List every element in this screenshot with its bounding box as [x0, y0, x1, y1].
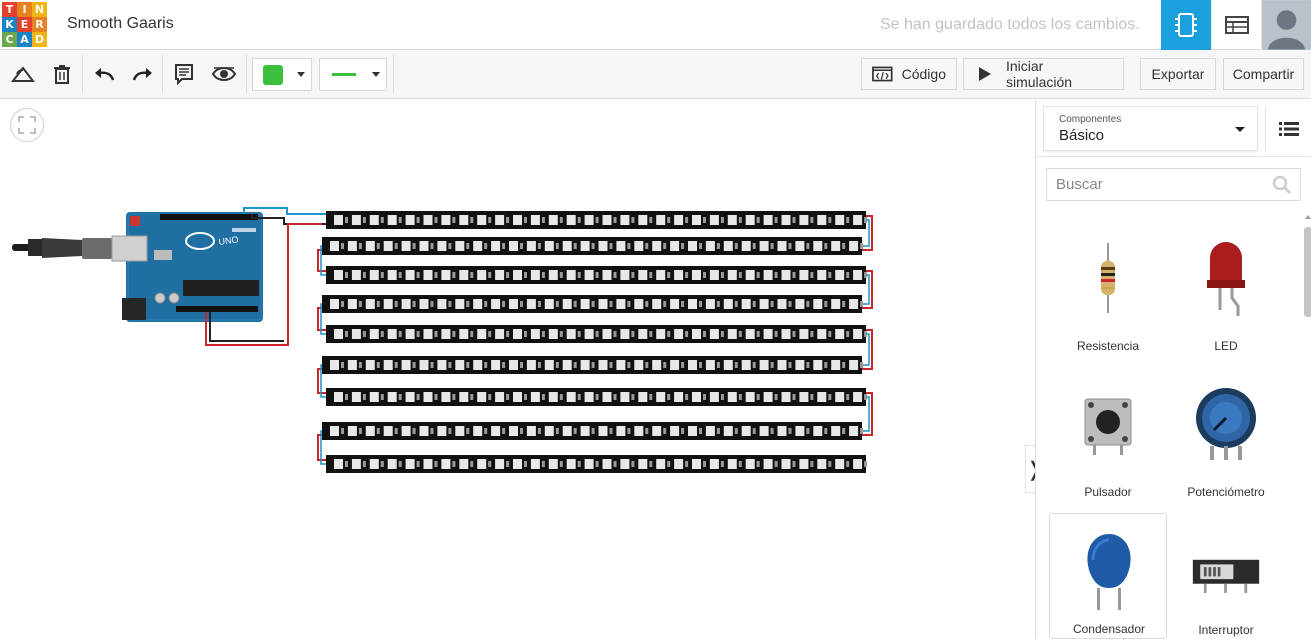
logo-letter: R — [32, 17, 47, 32]
visibility-button[interactable] — [210, 60, 238, 88]
led-strip[interactable] — [326, 455, 868, 473]
delete-button[interactable] — [48, 60, 76, 88]
category-caption: Componentes — [1059, 114, 1122, 125]
notes-icon — [175, 64, 193, 85]
start-simulation-button[interactable]: Iniciar simulación — [963, 58, 1124, 90]
led-strip[interactable] — [326, 388, 868, 406]
toolbar-divider — [82, 55, 83, 93]
list-icon — [1279, 121, 1299, 136]
component-led[interactable]: LED — [1167, 230, 1285, 355]
led-strip[interactable] — [326, 211, 868, 229]
notes-button[interactable] — [170, 60, 198, 88]
toolbar-divider — [246, 55, 247, 93]
app-header: T I N K E R C A D Smooth Gaaris Se han g… — [0, 0, 1311, 50]
component-condensador[interactable]: Condensador — [1049, 513, 1167, 639]
led-strip-group[interactable] — [317, 211, 873, 473]
logo-letter: E — [17, 17, 32, 32]
search-icon — [1272, 175, 1292, 195]
component-label: Condensador — [1072, 622, 1146, 636]
undo-icon — [95, 68, 115, 81]
search-input[interactable] — [1047, 169, 1267, 200]
wire-style-dropdown[interactable] — [319, 58, 387, 91]
arduino-uno-board[interactable]: UNO — [111, 212, 263, 322]
led-strip[interactable] — [326, 266, 868, 284]
share-button[interactable]: Compartir — [1223, 58, 1304, 90]
save-status: Se han guardado todos los cambios. — [880, 16, 1140, 33]
trash-icon — [54, 65, 70, 84]
list-view-toggle[interactable] — [1265, 106, 1311, 151]
export-button[interactable]: Exportar — [1140, 58, 1216, 90]
component-label: Pulsador — [1084, 485, 1132, 499]
switch-icon — [1191, 529, 1261, 609]
component-label: Resistencia — [1076, 339, 1140, 353]
logo-letter: C — [2, 32, 17, 47]
toolbar-divider — [162, 55, 163, 93]
play-icon — [978, 67, 991, 81]
rotate-icon — [11, 66, 35, 82]
panel-divider — [1036, 156, 1311, 157]
chevron-down-icon — [1235, 127, 1245, 132]
redo-icon — [132, 68, 152, 81]
component-pulsador[interactable]: Pulsador — [1049, 376, 1167, 501]
component-list-view-button[interactable] — [1211, 0, 1261, 50]
scroll-thumb[interactable] — [1304, 227, 1311, 317]
component-category-select[interactable]: Componentes Básico — [1043, 106, 1258, 151]
scroll-up-arrow[interactable] — [1305, 215, 1311, 219]
table-icon — [1224, 16, 1249, 34]
wire-style-swatch — [332, 73, 356, 76]
eye-icon — [212, 67, 236, 81]
component-label: Interruptor — [1198, 623, 1254, 637]
led-strip[interactable] — [326, 325, 868, 343]
user-avatar[interactable] — [1261, 0, 1311, 50]
component-resistencia[interactable]: Resistencia — [1049, 230, 1167, 355]
fill-color-dropdown[interactable] — [252, 58, 312, 91]
user-avatar-icon — [1262, 0, 1311, 50]
pushbutton-icon — [1073, 384, 1143, 464]
circuit-canvas[interactable]: UNO ❭ — [0, 100, 1043, 639]
chevron-down-icon — [297, 72, 305, 77]
circuit-drawing: UNO — [12, 207, 873, 473]
component-search[interactable] — [1046, 168, 1301, 201]
led-strip[interactable] — [322, 237, 864, 255]
logo-letter: T — [2, 2, 17, 17]
logo-letter: K — [2, 17, 17, 32]
export-label: Exportar — [1151, 66, 1205, 82]
capacitor-icon — [1074, 530, 1144, 610]
logo-letter: A — [17, 32, 32, 47]
component-label: Potenciómetro — [1187, 485, 1265, 499]
logo-letter: D — [32, 32, 47, 47]
resistor-icon — [1073, 238, 1143, 318]
undo-button[interactable] — [90, 60, 118, 88]
component-interruptor[interactable]: Interruptor — [1167, 513, 1285, 639]
panel-scrollbar[interactable] — [1304, 215, 1311, 639]
rotate-button[interactable] — [9, 60, 37, 88]
components-panel: Componentes Básico Resistencia LED Pulsa… — [1035, 100, 1311, 639]
toolbar-divider — [393, 55, 394, 93]
code-icon — [872, 66, 893, 82]
component-label: LED — [1214, 339, 1238, 353]
logo-letter: N — [32, 2, 47, 17]
tinkercad-logo[interactable]: T I N K E R C A D — [2, 2, 47, 47]
share-label: Compartir — [1232, 66, 1295, 82]
circuit-chip-icon — [1175, 13, 1197, 37]
code-label: Código — [901, 66, 946, 82]
circuit-view-button[interactable] — [1161, 0, 1211, 50]
toolbar: Código Iniciar simulación Exportar Compa… — [0, 50, 1311, 99]
logo-letter: I — [17, 2, 32, 17]
led-strip[interactable] — [322, 356, 864, 374]
component-potenciometro[interactable]: Potenciómetro — [1167, 376, 1285, 501]
project-title[interactable]: Smooth Gaaris — [67, 15, 174, 33]
potentiometer-icon — [1191, 384, 1261, 464]
led-strip[interactable] — [322, 422, 864, 440]
category-value: Básico — [1059, 127, 1105, 144]
fill-color-swatch — [263, 64, 283, 85]
led-strip[interactable] — [322, 295, 864, 313]
chevron-down-icon — [372, 72, 380, 77]
code-button[interactable]: Código — [861, 58, 957, 90]
led-icon — [1191, 238, 1261, 318]
start-simulation-label: Iniciar simulación — [1005, 58, 1073, 90]
redo-button[interactable] — [129, 60, 157, 88]
